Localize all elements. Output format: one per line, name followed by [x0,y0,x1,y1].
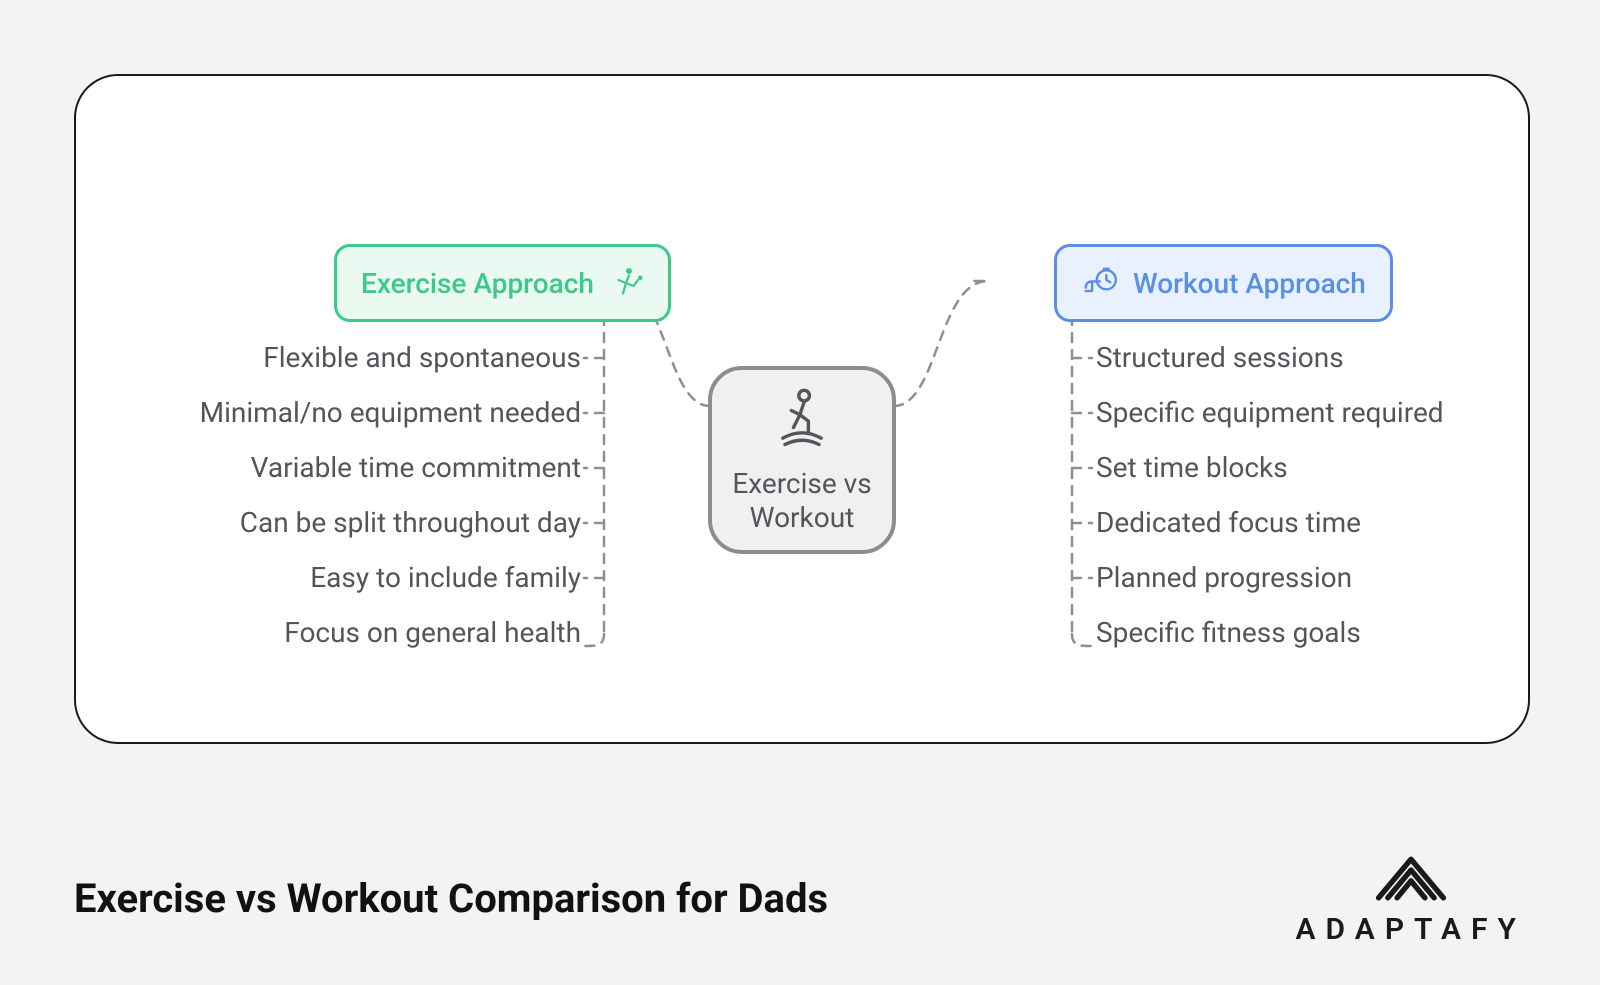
diagram-panel: Exercise Approach [74,74,1530,744]
exercise-approach-label: Exercise Approach [361,267,594,300]
workout-item: Specific fitness goals [1096,619,1536,674]
workout-item: Specific equipment required [1096,399,1536,454]
workout-item-label: Planned progression [1096,564,1352,592]
stage: Exercise Approach [0,0,1600,985]
workout-item: Dedicated focus time [1096,509,1536,564]
person-cycling-icon [768,385,836,457]
martial-arts-icon [608,265,644,301]
workout-items: Structured sessions Specific equipment r… [1096,344,1536,674]
exercise-item: Can be split throughout day [76,509,581,564]
exercise-item-label: Easy to include family [310,564,581,592]
workout-item: Planned progression [1096,564,1536,619]
workout-item-label: Structured sessions [1096,344,1344,372]
center-node-label: Exercise vs Workout [732,467,871,534]
workout-item: Structured sessions [1096,344,1536,399]
exercise-item: Variable time commitment [76,454,581,509]
workout-item-label: Dedicated focus time [1096,509,1361,537]
page-caption: Exercise vs Workout Comparison for Dads [74,875,828,922]
exercise-item: Minimal/no equipment needed [76,399,581,454]
center-node: Exercise vs Workout [708,366,896,554]
brand-mark-icon [1363,850,1459,908]
workout-approach-pill: Workout Approach [1054,244,1393,322]
workout-item: Set time blocks [1096,454,1536,509]
exercise-item-label: Variable time commitment [251,454,581,482]
footer: Exercise vs Workout Comparison for Dads … [74,850,1526,947]
exercise-item-label: Can be split throughout day [240,509,581,537]
workout-item-label: Specific fitness goals [1096,619,1361,647]
workout-item-label: Set time blocks [1096,454,1288,482]
exercise-item: Flexible and spontaneous [76,344,581,399]
exercise-item: Focus on general health [76,619,581,674]
exercise-item-label: Flexible and spontaneous [263,344,581,372]
exercise-item-label: Minimal/no equipment needed [200,399,581,427]
exercise-items: Flexible and spontaneous Minimal/no equi… [76,344,581,674]
workout-approach-label: Workout Approach [1133,267,1366,300]
exercise-item-label: Focus on general health [284,619,581,647]
workout-item-label: Specific equipment required [1096,399,1444,427]
brand-logo: ADAPTAFY [1296,850,1526,947]
stopwatch-hand-icon [1081,264,1119,302]
exercise-approach-pill: Exercise Approach [334,244,671,322]
exercise-item: Easy to include family [76,564,581,619]
brand-name: ADAPTAFY [1296,912,1526,947]
